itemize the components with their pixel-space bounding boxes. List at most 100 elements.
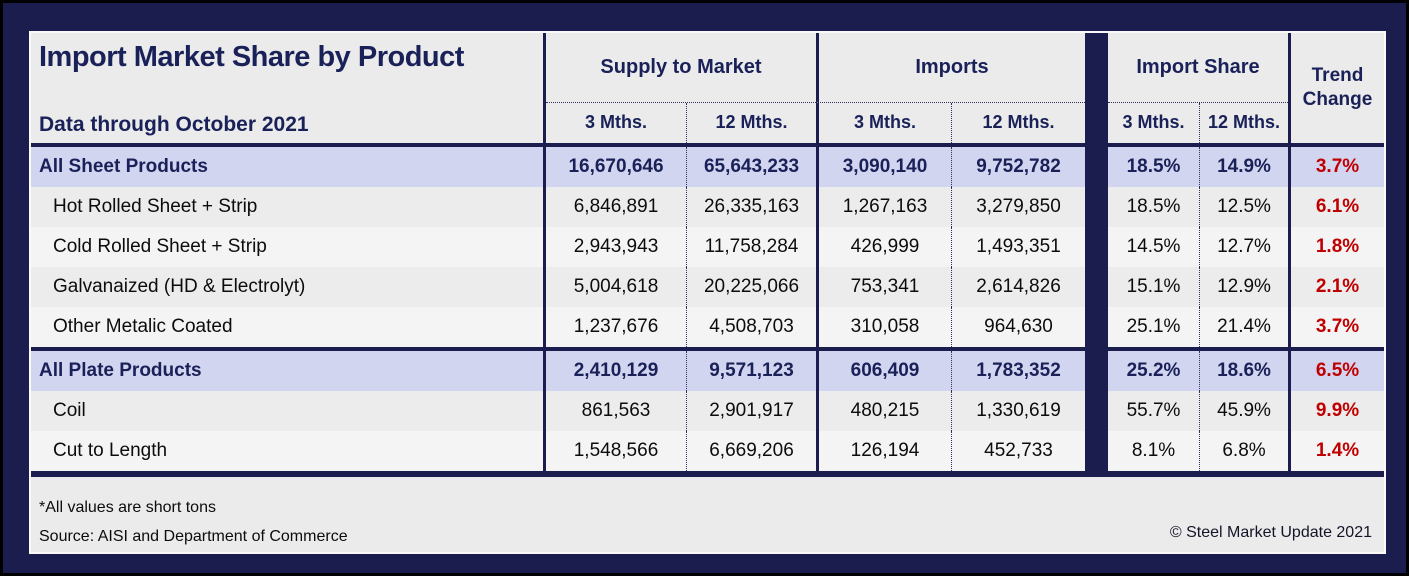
cell-imports-3m: 310,058 <box>816 307 951 347</box>
cell-imports-12m: 9,752,782 <box>951 147 1085 187</box>
cell-product: Coil <box>31 391 546 431</box>
cell-supply-3m: 1,548,566 <box>546 431 686 471</box>
cell-imports-12m: 1,330,619 <box>951 391 1085 431</box>
cell-share-3m: 55.7% <box>1108 391 1199 431</box>
cell-share-3m: 8.1% <box>1108 431 1199 471</box>
cell-supply-12m: 26,335,163 <box>686 187 816 227</box>
row-gap-divider <box>1085 351 1108 391</box>
table-row-hot-rolled: Hot Rolled Sheet + Strip 6,846,891 26,33… <box>31 187 1384 227</box>
column-group-import-share: Import Share <box>1108 33 1288 103</box>
header-subcolumn-row: 3 Mths. 12 Mths. 3 Mths. 12 Mths. 3 Mths… <box>546 103 1288 143</box>
cell-trend-change: 9.9% <box>1288 391 1384 431</box>
col-supply-3mths: 3 Mths. <box>546 103 686 143</box>
col-imports-3mths: 3 Mths. <box>816 103 951 143</box>
cell-supply-12m: 11,758,284 <box>686 227 816 267</box>
cell-imports-12m: 3,279,850 <box>951 187 1085 227</box>
table-row-cut-to-length: Cut to Length 1,548,566 6,669,206 126,19… <box>31 431 1384 471</box>
table-row-galvanized: Galvanaized (HD & Electrolyt) 5,004,618 … <box>31 267 1384 307</box>
table-row-other-metalic: Other Metalic Coated 1,237,676 4,508,703… <box>31 307 1384 347</box>
column-group-supply-to-market: Supply to Market <box>546 33 816 103</box>
footer-note: *All values are short tons <box>39 493 1376 522</box>
row-gap-divider <box>1085 187 1108 227</box>
cell-supply-12m: 4,508,703 <box>686 307 816 347</box>
cell-share-12m: 18.6% <box>1199 351 1288 391</box>
cell-supply-12m: 20,225,066 <box>686 267 816 307</box>
cell-supply-3m: 5,004,618 <box>546 267 686 307</box>
cell-supply-12m: 6,669,206 <box>686 431 816 471</box>
cell-product: All Sheet Products <box>31 147 546 187</box>
cell-imports-3m: 126,194 <box>816 431 951 471</box>
cell-share-3m: 25.2% <box>1108 351 1199 391</box>
col-imports-12mths: 12 Mths. <box>951 103 1085 143</box>
cell-share-12m: 21.4% <box>1199 307 1288 347</box>
cell-supply-3m: 6,846,891 <box>546 187 686 227</box>
cell-share-12m: 12.5% <box>1199 187 1288 227</box>
cell-trend-change: 3.7% <box>1288 307 1384 347</box>
cell-trend-change: 1.8% <box>1288 227 1384 267</box>
table-row-all-plate-products: All Plate Products 2,410,129 9,571,123 6… <box>31 351 1384 391</box>
cell-share-3m: 18.5% <box>1108 187 1199 227</box>
cell-share-3m: 14.5% <box>1108 227 1199 267</box>
title-cell: Import Market Share by Product Data thro… <box>31 33 546 143</box>
cell-supply-3m: 1,237,676 <box>546 307 686 347</box>
row-gap-divider <box>1085 391 1108 431</box>
table-row-coil: Coil 861,563 2,901,917 480,215 1,330,619… <box>31 391 1384 431</box>
cell-share-12m: 12.7% <box>1199 227 1288 267</box>
cell-supply-3m: 861,563 <box>546 391 686 431</box>
cell-imports-3m: 480,215 <box>816 391 951 431</box>
cell-product: Galvanaized (HD & Electrolyt) <box>31 267 546 307</box>
cell-supply-3m: 2,410,129 <box>546 351 686 391</box>
cell-imports-12m: 452,733 <box>951 431 1085 471</box>
header-gap-divider <box>1085 33 1108 103</box>
footer-copyright: © Steel Market Update 2021 <box>1170 524 1372 542</box>
cell-product: All Plate Products <box>31 351 546 391</box>
col-supply-12mths: 12 Mths. <box>686 103 816 143</box>
cell-trend-change: 3.7% <box>1288 147 1384 187</box>
cell-trend-change: 6.5% <box>1288 351 1384 391</box>
cell-share-3m: 25.1% <box>1108 307 1199 347</box>
cell-supply-12m: 9,571,123 <box>686 351 816 391</box>
row-gap-divider <box>1085 227 1108 267</box>
table-row-cold-rolled: Cold Rolled Sheet + Strip 2,943,943 11,7… <box>31 227 1384 267</box>
cell-supply-3m: 16,670,646 <box>546 147 686 187</box>
cell-imports-3m: 753,341 <box>816 267 951 307</box>
cell-trend-change: 1.4% <box>1288 431 1384 471</box>
cell-share-12m: 12.9% <box>1199 267 1288 307</box>
cell-share-3m: 15.1% <box>1108 267 1199 307</box>
header-gap-divider <box>1085 103 1108 143</box>
column-trend-change: Trend Change <box>1288 33 1384 143</box>
cell-imports-3m: 606,409 <box>816 351 951 391</box>
table-row-all-sheet-products: All Sheet Products 16,670,646 65,643,233… <box>31 147 1384 187</box>
table-footer: *All values are short tons Source: AISI … <box>31 471 1384 552</box>
column-group-imports: Imports <box>816 33 1085 103</box>
cell-product: Cold Rolled Sheet + Strip <box>31 227 546 267</box>
cell-imports-12m: 2,614,826 <box>951 267 1085 307</box>
cell-imports-3m: 1,267,163 <box>816 187 951 227</box>
cell-supply-12m: 2,901,917 <box>686 391 816 431</box>
cell-trend-change: 2.1% <box>1288 267 1384 307</box>
col-share-12mths: 12 Mths. <box>1199 103 1288 143</box>
cell-imports-12m: 964,630 <box>951 307 1085 347</box>
page-title: Import Market Share by Product <box>39 41 537 74</box>
cell-product: Cut to Length <box>31 431 546 471</box>
cell-imports-12m: 1,783,352 <box>951 351 1085 391</box>
cell-share-12m: 6.8% <box>1199 431 1288 471</box>
cell-supply-3m: 2,943,943 <box>546 227 686 267</box>
row-gap-divider <box>1085 147 1108 187</box>
header-group-row: Supply to Market Imports Import Share <box>546 33 1288 103</box>
report-panel: Import Market Share by Product Data thro… <box>31 33 1384 552</box>
cell-product: Other Metalic Coated <box>31 307 546 347</box>
row-gap-divider <box>1085 431 1108 471</box>
cell-imports-3m: 3,090,140 <box>816 147 951 187</box>
row-gap-divider <box>1085 267 1108 307</box>
cell-share-12m: 45.9% <box>1199 391 1288 431</box>
cell-share-12m: 14.9% <box>1199 147 1288 187</box>
cell-supply-12m: 65,643,233 <box>686 147 816 187</box>
cell-trend-change: 6.1% <box>1288 187 1384 227</box>
cell-share-3m: 18.5% <box>1108 147 1199 187</box>
cell-product: Hot Rolled Sheet + Strip <box>31 187 546 227</box>
col-share-3mths: 3 Mths. <box>1108 103 1199 143</box>
report-frame: Import Market Share by Product Data thro… <box>0 0 1409 576</box>
row-gap-divider <box>1085 307 1108 347</box>
cell-imports-3m: 426,999 <box>816 227 951 267</box>
